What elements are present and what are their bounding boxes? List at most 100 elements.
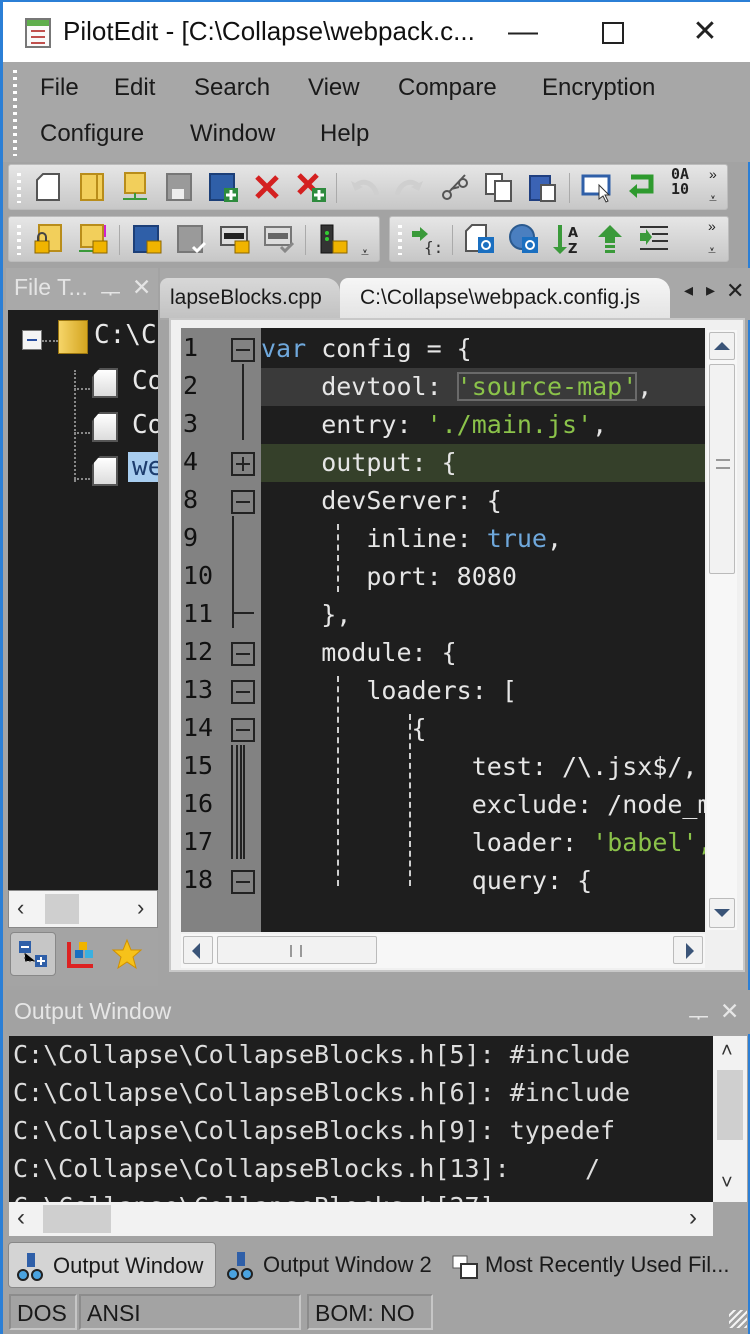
collapse-toggle[interactable] <box>22 330 42 350</box>
output-line[interactable]: C:\Collapse\CollapseBlocks.h[9]: typedef <box>13 1116 615 1145</box>
tab-next-icon[interactable]: ▸ <box>706 280 715 301</box>
scroll-thumb[interactable] <box>217 936 377 964</box>
output-hscrollbar[interactable]: ‹ › <box>9 1202 713 1236</box>
scroll-left-icon[interactable]: ‹ <box>17 895 24 921</box>
minimize-button[interactable]: — <box>501 12 545 52</box>
bottom-tab-output-window[interactable]: Output Window <box>8 1242 216 1288</box>
open-remote-file-icon[interactable] <box>119 171 151 203</box>
save-icon[interactable] <box>163 171 195 203</box>
menu-search[interactable]: Search <box>194 74 270 102</box>
menu-help[interactable]: Help <box>320 120 369 148</box>
save-as-icon[interactable] <box>207 171 239 203</box>
scroll-thumb[interactable] <box>717 1070 743 1140</box>
tab-prev-icon[interactable]: ◂ <box>684 280 693 301</box>
scroll-right-button[interactable] <box>673 936 703 964</box>
maximize-button[interactable] <box>591 12 635 52</box>
word-wrap-icon[interactable] <box>625 171 657 203</box>
tree-root[interactable]: C:\Collapse <box>94 320 158 350</box>
editor-vscrollbar[interactable] <box>707 330 737 930</box>
menu-view[interactable]: View <box>308 74 360 102</box>
tab-close-icon[interactable]: ✕ <box>726 278 744 304</box>
lock-file-icon[interactable] <box>317 223 349 255</box>
tree-item[interactable]: CollapseBlocks.cpp <box>132 366 158 396</box>
close-file-icon[interactable] <box>251 171 283 203</box>
menu-window[interactable]: Window <box>190 120 275 148</box>
tree-item-selected[interactable]: webpack.config.js <box>128 452 158 482</box>
favorites-tab-icon[interactable] <box>111 938 143 970</box>
close-window-button[interactable]: ✕ <box>683 12 727 52</box>
toolbar-customize-icon[interactable]: ⩡ <box>708 243 716 257</box>
output-line[interactable]: C:\Collapse\CollapseBlocks.h[13]: / <box>13 1154 600 1183</box>
open-file-icon[interactable] <box>77 171 109 203</box>
close-panel-icon[interactable]: ✕ <box>720 998 739 1025</box>
scroll-up-icon[interactable]: ˄ <box>721 1040 733 1063</box>
scroll-down-button[interactable] <box>709 898 735 928</box>
project-tab-icon[interactable] <box>65 938 97 970</box>
fold-collapse-icon[interactable] <box>231 718 255 742</box>
scroll-left-button[interactable] <box>183 936 213 964</box>
toolbar-overflow-icon[interactable]: » <box>708 219 716 233</box>
scroll-up-button[interactable] <box>709 332 735 360</box>
save-remote-check-icon[interactable] <box>263 223 295 255</box>
editor-tab-inactive[interactable]: lapseBlocks.cpp <box>160 278 340 318</box>
close-all-icon[interactable] <box>295 171 327 203</box>
tree-item[interactable]: CollapseBlocks.h <box>132 410 158 440</box>
paste-icon[interactable] <box>527 171 559 203</box>
toolbar-grip[interactable] <box>17 173 21 203</box>
fold-collapse-icon[interactable] <box>231 642 255 666</box>
toolbar-grip[interactable] <box>398 225 402 255</box>
scroll-left-icon[interactable]: ‹ <box>17 1204 25 1232</box>
toolbar-overflow-icon[interactable]: » <box>709 167 717 181</box>
indent-icon[interactable] <box>638 223 670 255</box>
save-encrypted-check-icon[interactable] <box>175 223 207 255</box>
hex-mode-icon[interactable]: 0A 10 <box>671 167 689 197</box>
output-line[interactable]: C:\Collapse\CollapseBlocks.h[27]: <box>13 1192 510 1202</box>
goto-brace-icon[interactable]: {:} <box>410 223 442 255</box>
undo-icon[interactable] <box>349 171 381 203</box>
fold-collapse-icon[interactable] <box>231 680 255 704</box>
editor-hscrollbar[interactable] <box>181 934 705 968</box>
fold-collapse-icon[interactable] <box>231 870 255 894</box>
fold-collapse-icon[interactable] <box>231 338 255 362</box>
fold-expand-icon[interactable] <box>231 452 255 476</box>
new-file-icon[interactable] <box>33 171 65 203</box>
scroll-thumb[interactable] <box>45 894 79 924</box>
global-settings-icon[interactable] <box>508 223 540 255</box>
code-editor[interactable]: var config = { devtool: 'source-map', en… <box>261 328 705 932</box>
save-remote-encrypted-icon[interactable] <box>219 223 251 255</box>
toolbar-grip[interactable] <box>17 225 21 255</box>
bottom-tab-output-window-2[interactable]: Output Window 2 <box>219 1242 439 1288</box>
menu-encryption[interactable]: Encryption <box>542 74 655 102</box>
output-text[interactable]: C:\Collapse\CollapseBlocks.h[5]: #includ… <box>9 1036 713 1202</box>
scroll-down-icon[interactable]: ˅ <box>721 1172 733 1195</box>
file-tree-hscrollbar[interactable]: ‹ › <box>8 890 158 928</box>
file-settings-icon[interactable] <box>464 223 496 255</box>
open-remote-encrypted-icon[interactable] <box>77 223 109 255</box>
close-panel-icon[interactable]: ✕ <box>132 274 151 301</box>
save-encrypted-icon[interactable] <box>131 223 163 255</box>
move-up-icon[interactable] <box>594 223 626 255</box>
menu-configure[interactable]: Configure <box>40 120 144 148</box>
scroll-right-icon[interactable]: › <box>137 895 144 921</box>
pin-icon[interactable]: ᅮ <box>100 274 121 308</box>
sort-az-icon[interactable]: AZ <box>550 223 582 255</box>
toolbar-customize-icon[interactable]: ⩡ <box>709 191 717 205</box>
scroll-thumb[interactable] <box>43 1205 111 1233</box>
cut-icon[interactable] <box>439 171 471 203</box>
menu-compare[interactable]: Compare <box>398 74 497 102</box>
file-tree-tab[interactable] <box>10 932 56 976</box>
output-line[interactable]: C:\Collapse\CollapseBlocks.h[6]: #includ… <box>13 1078 630 1107</box>
fold-collapse-icon[interactable] <box>231 490 255 514</box>
select-mode-icon[interactable] <box>581 171 613 203</box>
output-line[interactable]: C:\Collapse\CollapseBlocks.h[5]: #includ… <box>13 1040 630 1069</box>
pin-icon[interactable]: ᅮ <box>688 998 709 1032</box>
open-encrypted-icon[interactable] <box>33 223 65 255</box>
editor-tab-active[interactable]: C:\Collapse\webpack.config.js <box>340 278 670 318</box>
menu-edit[interactable]: Edit <box>114 74 155 102</box>
scroll-thumb[interactable] <box>709 364 735 574</box>
output-vscrollbar[interactable]: ˄ ˅ <box>713 1036 747 1202</box>
redo-icon[interactable] <box>393 171 425 203</box>
scroll-right-icon[interactable]: › <box>689 1204 697 1232</box>
menu-file[interactable]: File <box>40 74 79 102</box>
resize-grip-icon[interactable] <box>729 1310 747 1328</box>
